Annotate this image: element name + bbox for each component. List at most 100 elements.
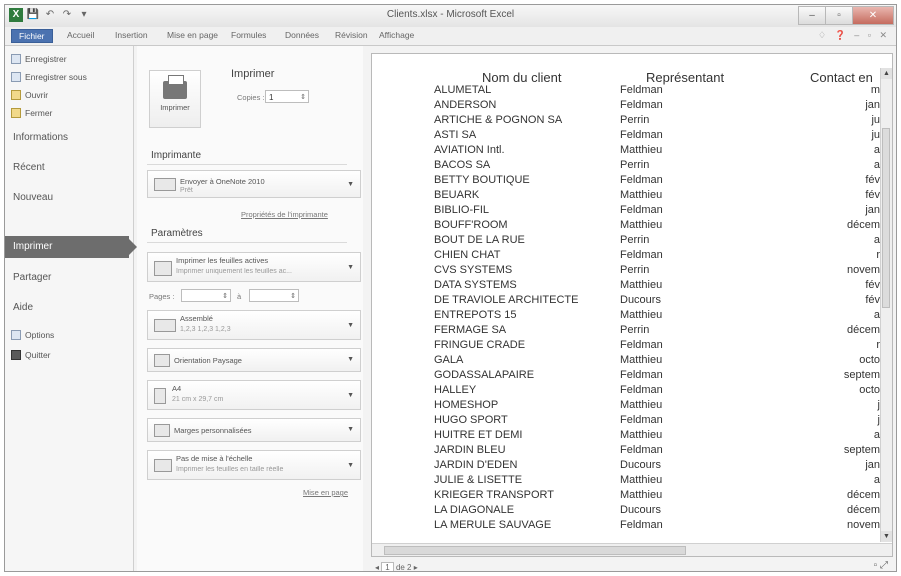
nav-ouvrir[interactable]: Ouvrir bbox=[11, 90, 48, 100]
printer-name: Envoyer à OneNote 2010 bbox=[180, 177, 265, 186]
cell-contact: a bbox=[873, 144, 880, 156]
print-heading: Imprimer bbox=[231, 68, 275, 80]
nav-options[interactable]: Options bbox=[11, 330, 54, 340]
tab-accueil[interactable]: Accueil bbox=[67, 30, 94, 40]
nav-informations[interactable]: Informations bbox=[13, 132, 68, 143]
collate-dropdown[interactable]: Assemblé 1,2,3 1,2,3 1,2,3 ▼ bbox=[147, 310, 361, 340]
printer-dropdown[interactable]: Envoyer à OneNote 2010 Prêt ▼ bbox=[147, 170, 361, 198]
cell-client: LA DIAGONALE bbox=[434, 504, 515, 516]
zoom-to-page-icon[interactable]: ⤢ bbox=[880, 560, 888, 571]
nav-nouveau[interactable]: Nouveau bbox=[13, 192, 53, 203]
cell-client: GODASSALAPAIRE bbox=[434, 369, 535, 381]
divider bbox=[147, 242, 347, 243]
cell-representant: Matthieu bbox=[620, 144, 663, 156]
tab-donnees[interactable]: Données bbox=[285, 30, 319, 40]
cell-representant: Feldman bbox=[620, 339, 663, 351]
spinner-arrows-icon[interactable]: ⇕ bbox=[290, 290, 296, 303]
minimize-button[interactable]: – bbox=[798, 6, 826, 25]
page-setup-link[interactable]: Mise en page bbox=[303, 488, 348, 497]
pages-to-spinner[interactable]: ⇕ bbox=[249, 289, 299, 302]
ribbon-right-icons[interactable]: ♢ ❓ – ▫ ✕ bbox=[818, 30, 890, 41]
printer-properties-link[interactable]: Propriétés de l'imprimante bbox=[241, 210, 328, 219]
cell-representant: Perrin bbox=[620, 324, 650, 336]
cell-representant: Matthieu bbox=[620, 189, 663, 201]
backstage-nav: Enregistrer Enregistrer sous Ouvrir Ferm… bbox=[5, 46, 137, 571]
nav-label: Quitter bbox=[25, 350, 51, 360]
title-bar: X 💾 ↶ ↷ ▾ Clients.xlsx - Microsoft Excel… bbox=[5, 5, 896, 28]
horizontal-scrollbar[interactable] bbox=[372, 543, 892, 556]
nav-label: Enregistrer sous bbox=[25, 72, 87, 82]
cell-representant: Matthieu bbox=[620, 474, 663, 486]
scroll-thumb[interactable] bbox=[384, 546, 686, 555]
tab-fichier[interactable]: Fichier bbox=[11, 29, 53, 43]
table-row: BEUARK Matthieu fév bbox=[372, 189, 880, 201]
table-row: BACOS SA Perrin a bbox=[372, 159, 880, 171]
cell-representant: Ducours bbox=[620, 294, 661, 306]
table-row: HUITRE ET DEMI Matthieu a bbox=[372, 429, 880, 441]
orientation-dropdown[interactable]: Orientation Paysage ▼ bbox=[147, 348, 361, 372]
scaling-dropdown[interactable]: Pas de mise à l'échelle Imprimer les feu… bbox=[147, 450, 361, 480]
page-number-input[interactable]: 1 bbox=[381, 562, 394, 571]
tab-affichage[interactable]: Affichage bbox=[379, 30, 414, 40]
cell-client: KRIEGER TRANSPORT bbox=[434, 489, 555, 501]
scroll-down-icon[interactable]: ▼ bbox=[881, 531, 892, 542]
tab-formules[interactable]: Formules bbox=[231, 30, 266, 40]
pages-from-spinner[interactable]: ⇕ bbox=[181, 289, 231, 302]
cell-contact: ju bbox=[871, 129, 880, 141]
cell-contact: ju bbox=[871, 114, 880, 126]
nav-enregistrer-sous[interactable]: Enregistrer sous bbox=[11, 72, 87, 82]
tab-insertion[interactable]: Insertion bbox=[115, 30, 148, 40]
tab-mise-en-page[interactable]: Mise en page bbox=[167, 30, 218, 40]
table-row: AVIATION Intl. Matthieu a bbox=[372, 144, 880, 156]
printer-icon bbox=[163, 75, 187, 99]
print-settings-panel: Imprimer Imprimer Copies : 1 ⇕ Imprimante… bbox=[137, 46, 363, 571]
cell-contact: fév bbox=[865, 279, 880, 291]
print-button[interactable]: Imprimer bbox=[149, 70, 201, 128]
cell-client: AVIATION Intl. bbox=[434, 144, 505, 156]
nav-recent[interactable]: Récent bbox=[13, 162, 45, 173]
prev-page-icon[interactable]: ◂ bbox=[375, 563, 379, 571]
copies-spinner[interactable]: 1 ⇕ bbox=[265, 90, 309, 103]
excel-window: X 💾 ↶ ↷ ▾ Clients.xlsx - Microsoft Excel… bbox=[4, 4, 897, 572]
chevron-down-icon: ▼ bbox=[347, 426, 354, 433]
close-button[interactable]: ✕ bbox=[852, 6, 894, 25]
spinner-arrows-icon[interactable]: ⇕ bbox=[300, 91, 306, 104]
show-margins-icon[interactable]: ▫ bbox=[874, 560, 878, 571]
vertical-scrollbar[interactable]: ▲ ▼ bbox=[880, 68, 892, 542]
table-row: ENTREPOTS 15 Matthieu a bbox=[372, 309, 880, 321]
spinner-arrows-icon[interactable]: ⇕ bbox=[222, 290, 228, 303]
paper-size-label: A4 bbox=[172, 384, 182, 393]
cell-representant: Feldman bbox=[620, 174, 663, 186]
save-as-icon bbox=[11, 72, 21, 82]
paper-icon bbox=[154, 388, 166, 404]
paper-size-dropdown[interactable]: A4 21 cm x 29,7 cm ▼ bbox=[147, 380, 361, 410]
cell-client: ANDERSON bbox=[434, 99, 497, 111]
scroll-thumb[interactable] bbox=[882, 128, 890, 308]
nav-enregistrer[interactable]: Enregistrer bbox=[11, 54, 67, 64]
nav-partager[interactable]: Partager bbox=[13, 272, 51, 283]
scaling-label: Pas de mise à l'échelle bbox=[176, 454, 253, 463]
next-page-icon[interactable]: ▸ bbox=[414, 563, 418, 571]
table-row: ANDERSON Feldman jan bbox=[372, 99, 880, 111]
restore-button[interactable]: ▫ bbox=[825, 6, 853, 25]
margins-dropdown[interactable]: Marges personnalisées ▼ bbox=[147, 418, 361, 442]
nav-aide[interactable]: Aide bbox=[13, 302, 33, 313]
nav-imprimer-label: Imprimer bbox=[13, 241, 53, 252]
cell-representant: Feldman bbox=[620, 414, 663, 426]
tab-revision[interactable]: Révision bbox=[335, 30, 368, 40]
cell-representant: Matthieu bbox=[620, 219, 663, 231]
cell-contact: a bbox=[873, 309, 880, 321]
nav-quitter[interactable]: Quitter bbox=[11, 350, 51, 360]
scroll-up-icon[interactable]: ▲ bbox=[881, 68, 892, 79]
cell-contact: m bbox=[870, 84, 880, 96]
print-what-dropdown[interactable]: Imprimer les feuilles actives Imprimer u… bbox=[147, 252, 361, 282]
cell-client: DE TRAVIOLE ARCHITECTE bbox=[434, 294, 579, 306]
cell-client: FERMAGE SA bbox=[434, 324, 507, 336]
table-row: FRINGUE CRADE Feldman r bbox=[372, 339, 880, 351]
nav-imprimer[interactable]: Imprimer bbox=[5, 236, 137, 258]
cell-client: CHIEN CHAT bbox=[434, 249, 501, 261]
page-total: de 2 bbox=[395, 563, 412, 572]
nav-fermer[interactable]: Fermer bbox=[11, 108, 52, 118]
cell-representant: Perrin bbox=[620, 114, 650, 126]
print-what-label: Imprimer les feuilles actives bbox=[176, 256, 269, 265]
